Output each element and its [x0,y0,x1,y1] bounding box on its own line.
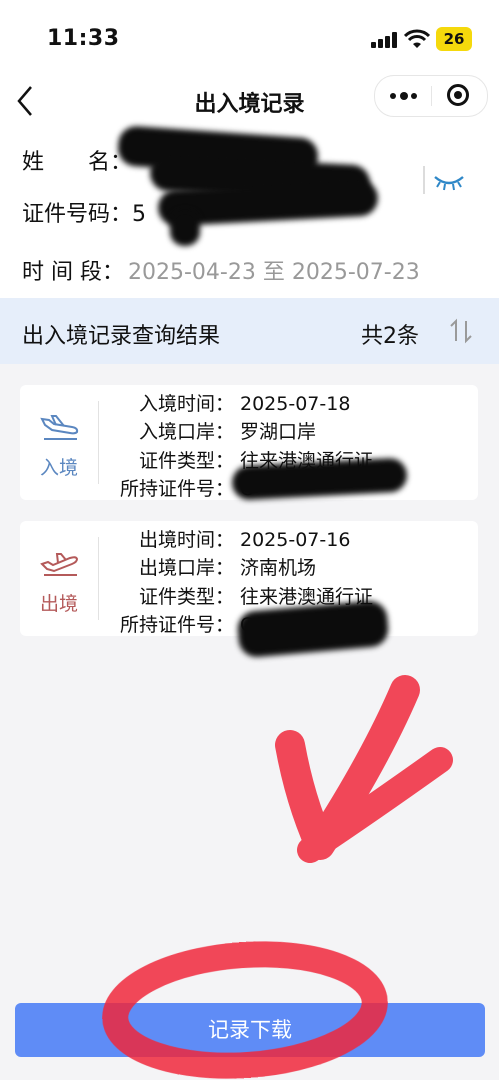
more-button[interactable] [375,76,431,116]
record-type-label: 入境 [39,457,78,479]
field-value: 2025-07-16 [240,529,351,551]
name-row: 姓 名： [22,144,132,176]
exit-time-field: 出境时间： 2025-07-16 [100,525,470,552]
period-row: 时 间 段： 2025-04-23 至 2025-07-23 [22,254,420,286]
id-row: 证件号码：5 [22,196,146,228]
field-label: 证件类型： [138,586,234,608]
field-label: 入境时间： [138,393,234,415]
field-label: 所持证件号： [119,478,234,500]
field-value: 2025-07-18 [240,393,351,415]
doc-type-field: 证件类型： 往来港澳通行证 [100,582,470,609]
card-divider [98,537,99,620]
field-value: 济南机场 [240,557,317,579]
result-count: 共2条 [361,324,419,349]
redaction-mark [170,210,200,246]
result-header: 出入境记录查询结果 共2条 [0,298,499,364]
status-bar: 11:33 26 [0,0,499,72]
field-label: 入境口岸： [138,421,234,443]
wifi-icon [404,29,430,48]
nav-bar: 出入境记录 [0,72,499,130]
record-type-column: 出境 [20,521,98,636]
sort-icon[interactable] [448,318,474,344]
eye-closed-icon[interactable] [432,172,466,192]
entry-time-field: 入境时间： 2025-07-18 [100,389,470,416]
eye-divider [423,166,425,194]
mini-program-capsule [374,75,488,117]
entry-port-field: 入境口岸： 罗湖口岸 [100,417,470,444]
airplane-landing-icon [40,415,79,440]
card-divider [98,401,99,484]
close-circle-icon [447,84,469,106]
record-type-column: 入境 [20,385,98,500]
field-label: 出境口岸： [138,557,234,579]
close-mini-program-button[interactable] [432,76,487,116]
period-label: 时 间 段： [22,260,124,285]
field-label: 出境时间： [138,529,234,551]
cellular-signal-icon [371,32,399,48]
id-label: 证件号码： [22,202,133,227]
airplane-takeoff-icon [40,553,79,576]
result-title: 出入境记录查询结果 [22,324,221,349]
field-value: 罗湖口岸 [240,421,317,443]
exit-port-field: 出境口岸： 济南机场 [100,553,470,580]
id-value: 5 [132,202,147,227]
period-value: 2025-04-23 至 2025-07-23 [128,260,420,285]
name-label: 姓 名： [22,150,133,175]
download-records-button[interactable]: 记录下载 [15,1003,485,1057]
status-time: 11:33 [47,26,120,51]
field-label: 所持证件号： [119,614,234,636]
record-type-label: 出境 [39,593,78,615]
field-label: 证件类型： [138,450,234,472]
battery-indicator: 26 [436,27,472,51]
